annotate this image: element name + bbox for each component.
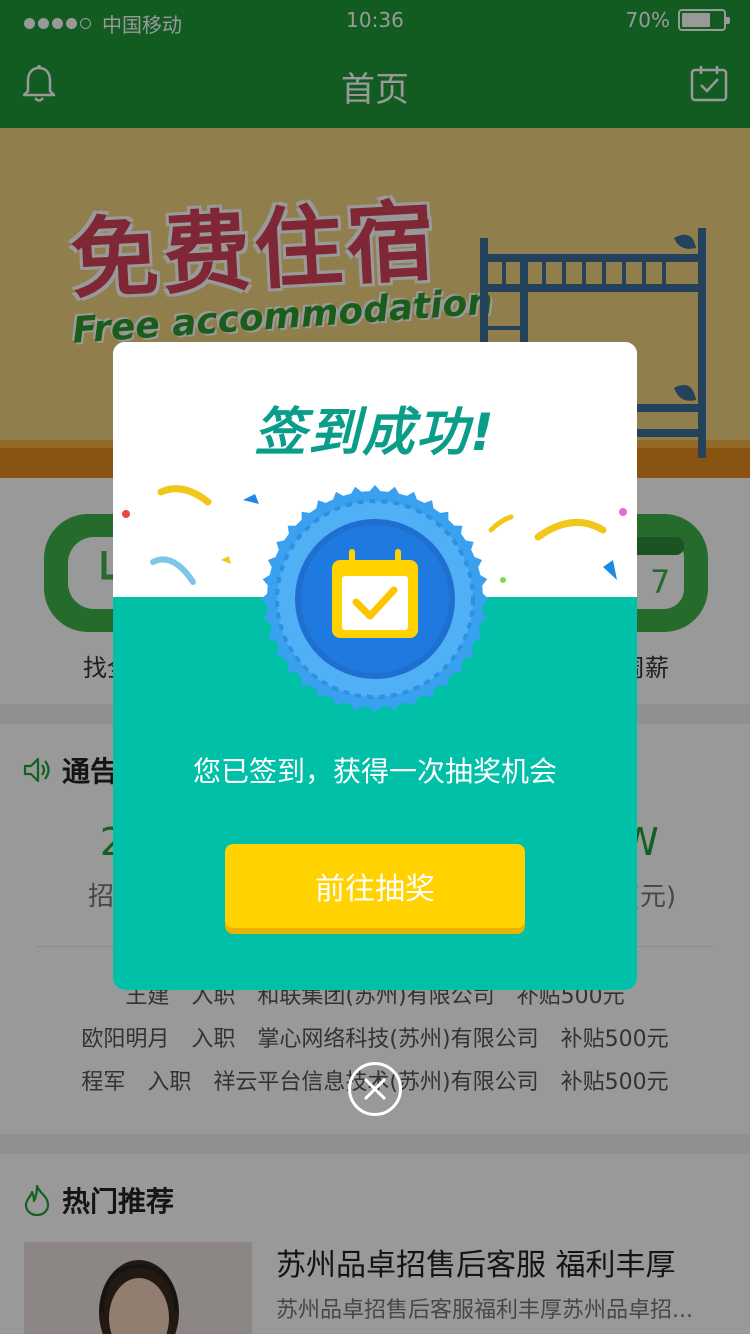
dialog-message: 您已签到，获得一次抽奖机会	[192, 755, 557, 788]
checkin-success-dialog: 签到成功! 您已签到，获得一次抽奖机会 前往抽奖	[113, 342, 637, 990]
close-icon[interactable]	[348, 1062, 402, 1116]
checkin-badge-icon	[261, 485, 489, 713]
home-page: 中国移动 10:36 70% 首页 免费住宿 Free accommodatio…	[0, 0, 750, 1334]
dialog-title: 签到成功!	[254, 403, 496, 463]
go-lottery-button[interactable]: 前往抽奖	[225, 844, 525, 928]
